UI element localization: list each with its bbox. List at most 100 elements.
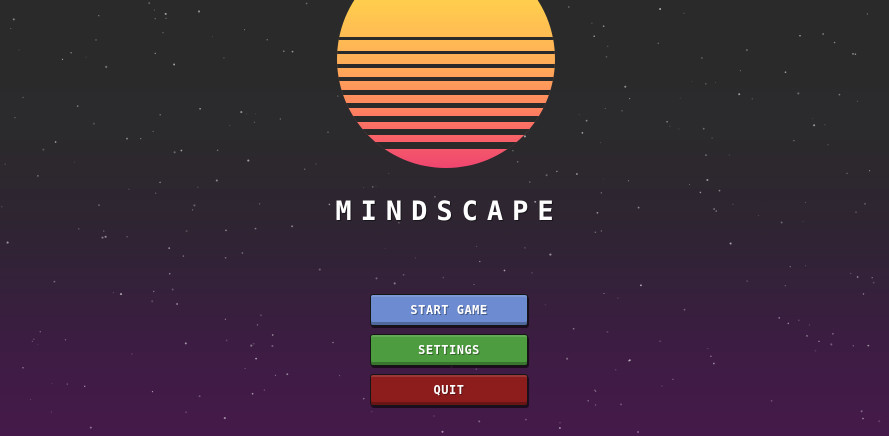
- star: [266, 39, 268, 41]
- star: [862, 293, 865, 295]
- star: [252, 342, 255, 345]
- star: [701, 57, 703, 59]
- star: [184, 342, 187, 345]
- star: [600, 142, 602, 144]
- star: [524, 418, 527, 421]
- star: [529, 181, 531, 183]
- star: [442, 276, 445, 279]
- star: [745, 49, 748, 52]
- star: [18, 49, 20, 51]
- star: [37, 343, 39, 345]
- star: [628, 359, 631, 362]
- star: [549, 253, 552, 256]
- star: [363, 187, 365, 189]
- star: [255, 113, 256, 115]
- star: [478, 420, 481, 423]
- star: [66, 383, 68, 385]
- star: [223, 57, 225, 59]
- star: [850, 272, 852, 274]
- quit-button[interactable]: QUIT: [370, 374, 528, 406]
- star: [22, 96, 24, 99]
- star: [371, 185, 374, 188]
- star: [778, 317, 780, 319]
- star: [154, 17, 156, 20]
- star: [173, 63, 176, 66]
- game-title: MINDSCAPE: [335, 196, 563, 227]
- star: [813, 124, 816, 127]
- star: [155, 192, 157, 194]
- star: [669, 125, 671, 127]
- star: [152, 130, 154, 132]
- star: [6, 241, 9, 244]
- star: [728, 154, 730, 156]
- star: [199, 107, 201, 110]
- star: [659, 340, 662, 343]
- settings-button[interactable]: SETTINGS: [370, 334, 528, 366]
- star: [197, 186, 199, 188]
- star: [162, 32, 164, 34]
- star: [433, 415, 435, 417]
- star: [223, 417, 226, 420]
- star: [594, 404, 597, 406]
- sun-stripe: [337, 116, 555, 122]
- star: [211, 36, 213, 38]
- start-game-button[interactable]: START GAME: [370, 294, 528, 326]
- star: [544, 304, 546, 306]
- star: [279, 118, 281, 120]
- sun-stripe: [337, 64, 555, 68]
- star: [126, 236, 128, 238]
- star: [50, 411, 52, 413]
- star: [53, 280, 56, 283]
- star: [182, 255, 185, 257]
- star: [867, 344, 870, 347]
- star: [831, 332, 834, 335]
- star: [672, 378, 674, 381]
- star: [229, 125, 231, 127]
- star: [739, 70, 741, 72]
- star: [872, 281, 875, 284]
- star: [414, 257, 416, 259]
- star: [153, 9, 155, 11]
- star: [797, 92, 800, 95]
- star: [600, 192, 602, 194]
- star: [793, 139, 795, 142]
- star: [479, 260, 481, 263]
- star: [512, 150, 514, 152]
- star: [54, 141, 57, 143]
- star: [151, 300, 154, 303]
- star: [103, 230, 105, 232]
- star: [868, 170, 871, 172]
- star: [441, 430, 444, 433]
- star: [327, 131, 329, 134]
- star: [661, 385, 663, 387]
- star: [838, 93, 841, 96]
- star: [197, 10, 201, 13]
- star: [593, 35, 595, 37]
- star: [128, 188, 130, 191]
- star: [159, 114, 161, 116]
- star: [575, 173, 578, 175]
- star: [798, 319, 800, 322]
- star: [706, 178, 709, 182]
- star: [707, 348, 709, 350]
- star: [659, 7, 662, 11]
- star: [691, 80, 693, 82]
- star: [805, 265, 807, 267]
- star: [545, 174, 548, 177]
- star: [168, 247, 171, 249]
- star: [806, 334, 808, 337]
- star: [332, 341, 334, 344]
- star: [814, 349, 817, 352]
- star: [304, 168, 306, 170]
- star: [594, 389, 596, 391]
- star: [666, 120, 668, 123]
- star: [176, 303, 179, 305]
- star: [240, 111, 243, 114]
- star: [112, 292, 114, 294]
- star: [770, 400, 773, 402]
- star: [559, 422, 561, 424]
- star: [808, 324, 810, 326]
- star: [76, 105, 79, 107]
- star: [678, 128, 680, 130]
- star: [713, 362, 715, 365]
